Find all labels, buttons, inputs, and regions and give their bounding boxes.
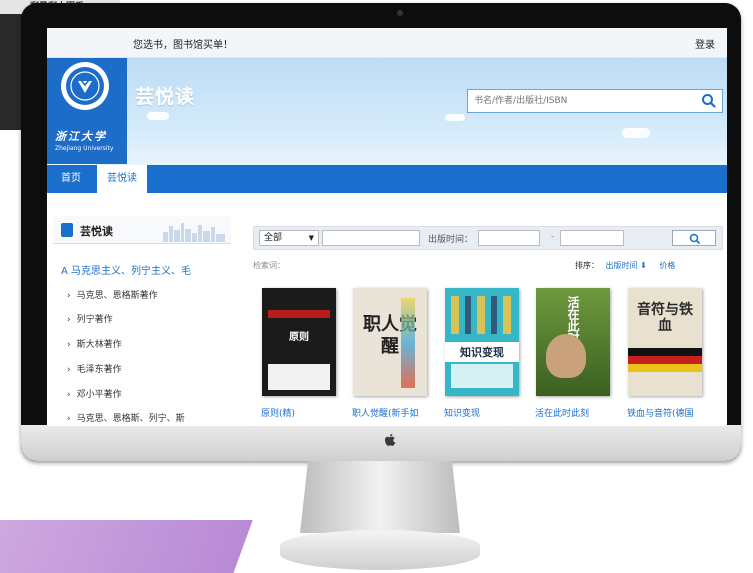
search-button[interactable] <box>696 90 722 112</box>
sidebar-title: 芸悦读 <box>80 225 113 238</box>
main-nav: 首页 芸悦读 <box>47 165 727 193</box>
university-name-cn: 浙江大学 <box>55 130 107 143</box>
camera-icon <box>397 10 403 16</box>
dropdown-caret-icon: ▼ <box>308 234 314 242</box>
book-cover[interactable]: 职人觉醒 <box>353 288 427 396</box>
book-icon <box>61 223 73 237</box>
pub-time-end-input[interactable] <box>560 230 624 246</box>
book-title[interactable]: 知识变现 <box>444 406 524 419</box>
scene: 剩景剩土固夭 您选书，图书馆买单！ 登录 <box>0 0 753 573</box>
university-logo[interactable]: 浙江大学 Zhejiang University <box>47 58 127 164</box>
sidebar-header: 芸悦读 <box>53 216 231 244</box>
header-banner: 浙江大学 Zhejiang University 芸悦读 <box>47 58 727 165</box>
search-icon <box>702 94 716 108</box>
book-title[interactable]: 原则(精) <box>261 406 341 419</box>
sidebar-item[interactable]: › 毛泽东著作 <box>67 362 122 375</box>
chevron-right-icon: › <box>67 291 71 301</box>
book-title[interactable]: 铁血与音符(德国 <box>627 406 707 419</box>
university-name-en: Zhejiang University <box>55 145 114 152</box>
book-cover[interactable]: 原则 <box>262 288 336 396</box>
pub-time-label: 出版时间： <box>428 235 474 245</box>
monitor-stand <box>300 461 460 533</box>
book-results: 全部 ▼ 出版时间： - 检索词： 排序： 出版时间 ⬇ 价格 原则 原则(精)… <box>253 226 725 426</box>
book-cover[interactable]: 知识变现 <box>445 288 519 396</box>
range-dash: - <box>551 232 555 242</box>
keyword-label: 检索词： <box>253 261 285 270</box>
book-title[interactable]: 职人觉醒(新手如 <box>352 406 432 419</box>
search-box <box>467 89 723 113</box>
cloud-decoration <box>622 128 650 138</box>
top-bar: 您选书，图书馆买单！ 登录 <box>47 28 727 58</box>
chevron-right-icon: › <box>67 390 71 400</box>
login-link[interactable]: 登录 <box>695 36 715 51</box>
university-seal-icon <box>61 62 109 110</box>
monitor-chin <box>21 425 741 461</box>
sidebar-item[interactable]: › 列宁著作 <box>67 312 113 325</box>
monitor-stand-base <box>280 530 480 570</box>
skyline-decoration-icon <box>163 223 225 242</box>
category-select[interactable]: 全部 ▼ <box>259 230 319 246</box>
book-cover[interactable]: 音符与铁血 <box>628 288 702 396</box>
chevron-right-icon: › <box>67 365 71 375</box>
chevron-right-icon: › <box>67 315 71 325</box>
chevron-right-icon: › <box>67 340 71 350</box>
filter-search-button[interactable] <box>672 230 716 246</box>
sidebar-category[interactable]: A 马克思主义、列宁主义、毛 <box>61 262 191 277</box>
screen: 您选书，图书馆买单！ 登录 浙江大学 Zhejiang University 芸… <box>47 28 727 426</box>
cloud-decoration <box>445 114 465 121</box>
seal-emblem-icon <box>70 71 100 101</box>
sidebar-item[interactable]: › 斯大林著作 <box>67 337 122 350</box>
site-title: 芸悦读 <box>135 86 196 108</box>
sort-options: 排序： 出版时间 ⬇ 价格 <box>575 260 675 271</box>
sidebar-item[interactable]: › 马克思、恩格斯著作 <box>67 288 158 301</box>
book-cover[interactable]: 活在此时此刻 <box>536 288 610 396</box>
chevron-right-icon: › <box>67 414 71 424</box>
keyword-input[interactable] <box>322 230 420 246</box>
cloud-decoration <box>147 112 169 120</box>
background-purple-shape <box>0 520 253 573</box>
filter-bar: 全部 ▼ 出版时间： - <box>253 226 723 250</box>
sort-by-price[interactable]: 价格 <box>659 261 675 270</box>
sort-down-arrow-icon: ⬇ <box>640 261 647 270</box>
search-icon <box>689 233 700 244</box>
pub-time-start-input[interactable] <box>478 230 540 246</box>
sidebar-item[interactable]: › 邓小平著作 <box>67 387 122 400</box>
nav-item-yunyuedu[interactable]: 芸悦读 <box>97 165 147 193</box>
search-input[interactable] <box>468 90 696 112</box>
sidebar-item[interactable]: › 马克思、恩格斯、列宁、斯 <box>67 411 185 424</box>
apple-logo-icon <box>385 433 396 446</box>
sort-label: 排序： <box>575 261 599 270</box>
sort-by-pub-time[interactable]: 出版时间 <box>606 261 638 270</box>
book-title[interactable]: 活在此时此刻 <box>535 406 615 419</box>
category-sidebar: 芸悦读 A 马克思主义、列宁主义、毛 › 马克思、恩格斯著作 › 列宁著作 › 斯大林… <box>53 216 231 426</box>
slogan-text: 您选书，图书馆买单！ <box>133 40 233 51</box>
nav-item-home[interactable]: 首页 <box>51 165 91 193</box>
